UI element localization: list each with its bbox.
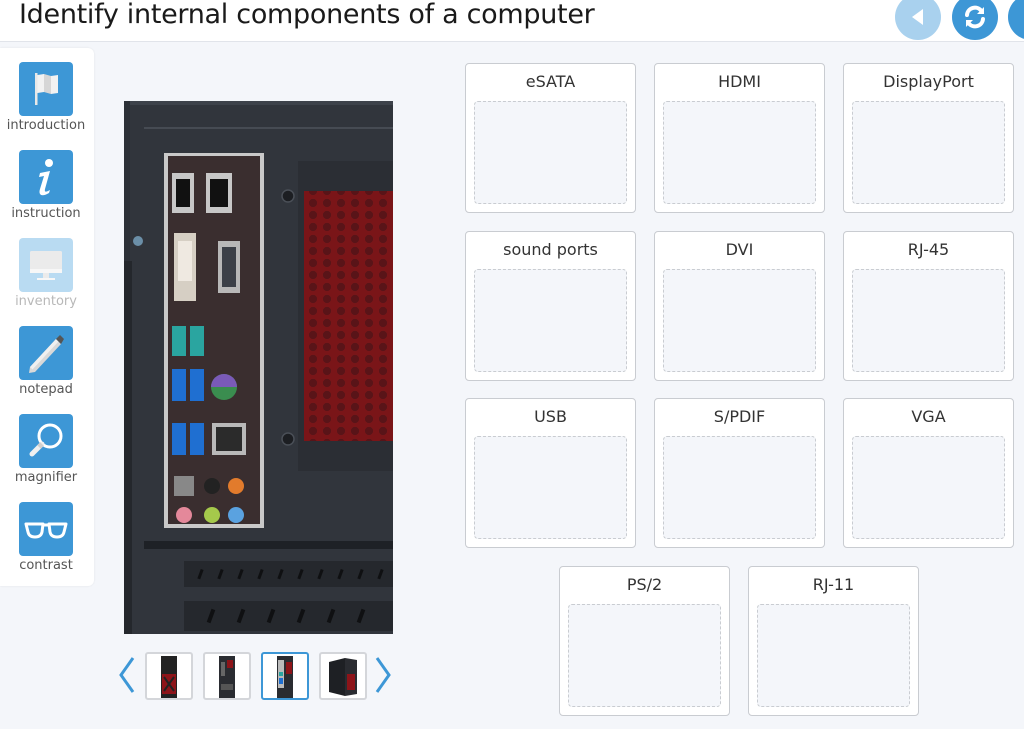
drop-zone[interactable] <box>757 604 910 707</box>
header-bar: Identify internal components of a comput… <box>0 0 1024 42</box>
flag-icon <box>35 73 58 105</box>
back-arrow-icon <box>912 9 923 25</box>
target-label: VGA <box>911 407 946 426</box>
sidebar-item-instruction[interactable]: instruction <box>0 136 92 221</box>
sidebar-item-label: inventory <box>15 294 77 309</box>
target-label: HDMI <box>718 72 761 91</box>
back-button[interactable] <box>895 0 941 40</box>
thumbnail-computer-rear[interactable] <box>203 652 251 700</box>
chevron-right-icon <box>375 657 391 693</box>
drop-zone[interactable] <box>474 436 627 539</box>
thumbnail-computer-rear-io-panel[interactable] <box>261 652 309 700</box>
drop-zone[interactable] <box>663 269 816 372</box>
target-label: DisplayPort <box>883 72 974 91</box>
drop-target-displayport: DisplayPort <box>843 63 1014 213</box>
chevron-left-icon <box>119 657 135 693</box>
sidebar-item-label: contrast <box>19 558 73 573</box>
info-button[interactable] <box>1008 0 1024 40</box>
sidebar-item-contrast[interactable]: contrast <box>0 488 92 573</box>
target-label: RJ-45 <box>907 240 950 259</box>
target-label: RJ-11 <box>812 575 855 594</box>
thumbnail-strip <box>113 650 403 705</box>
computer-rear-illustration <box>124 101 393 634</box>
sidebar-item-label: instruction <box>11 206 81 221</box>
glasses-icon <box>24 522 68 539</box>
drop-zone[interactable] <box>852 269 1005 372</box>
drop-zone[interactable] <box>474 101 627 204</box>
sidebar-item-introduction[interactable]: introduction <box>0 48 92 133</box>
drop-zone[interactable] <box>663 436 816 539</box>
sidebar-item-label: notepad <box>19 382 73 397</box>
sidebar-item-notepad[interactable]: notepad <box>0 312 92 397</box>
target-label: sound ports <box>503 240 598 259</box>
drop-zone[interactable] <box>568 604 721 707</box>
drop-zone[interactable] <box>852 101 1005 204</box>
page-title: Identify internal components of a comput… <box>19 0 595 30</box>
next-image-button[interactable] <box>371 655 395 695</box>
computer-rear-photo <box>124 101 393 634</box>
pencil-icon <box>29 335 64 373</box>
drop-target-usb: USB <box>465 398 636 548</box>
info-icon <box>39 159 53 196</box>
drop-target-vga: VGA <box>843 398 1014 548</box>
target-label: USB <box>534 407 567 426</box>
drop-target-hdmi: HDMI <box>654 63 825 213</box>
target-label: DVI <box>725 240 754 259</box>
drop-target-spdif: S/PDIF <box>654 398 825 548</box>
thumbnail-computer-front[interactable] <box>145 652 193 700</box>
drop-zone[interactable] <box>852 436 1005 539</box>
target-label: S/PDIF <box>713 407 766 426</box>
sidebar-item-inventory[interactable]: inventory <box>0 224 92 309</box>
monitor-icon <box>30 251 62 280</box>
refresh-icon <box>965 5 985 29</box>
sidebar-item-label: magnifier <box>14 470 78 485</box>
drop-target-ps2: PS/2 <box>559 566 730 716</box>
drop-target-dvi: DVI <box>654 231 825 381</box>
drop-target-sound-ports: sound ports <box>465 231 636 381</box>
drop-target-rj11: RJ-11 <box>748 566 919 716</box>
magnifier-icon <box>29 423 63 457</box>
sidebar-item-label: introduction <box>6 118 86 133</box>
target-label: eSATA <box>525 72 576 91</box>
drop-target-esata: eSATA <box>465 63 636 213</box>
reset-button[interactable] <box>952 0 998 40</box>
target-label: PS/2 <box>626 575 663 594</box>
drop-zone[interactable] <box>663 101 816 204</box>
drop-target-rj45: RJ-45 <box>843 231 1014 381</box>
drop-zone[interactable] <box>474 269 627 372</box>
previous-image-button[interactable] <box>115 655 139 695</box>
thumbnail-computer-side[interactable] <box>319 652 367 700</box>
tool-sidebar: introduction instruction inventory notep… <box>0 48 94 586</box>
sidebar-item-magnifier[interactable]: magnifier <box>0 400 92 485</box>
